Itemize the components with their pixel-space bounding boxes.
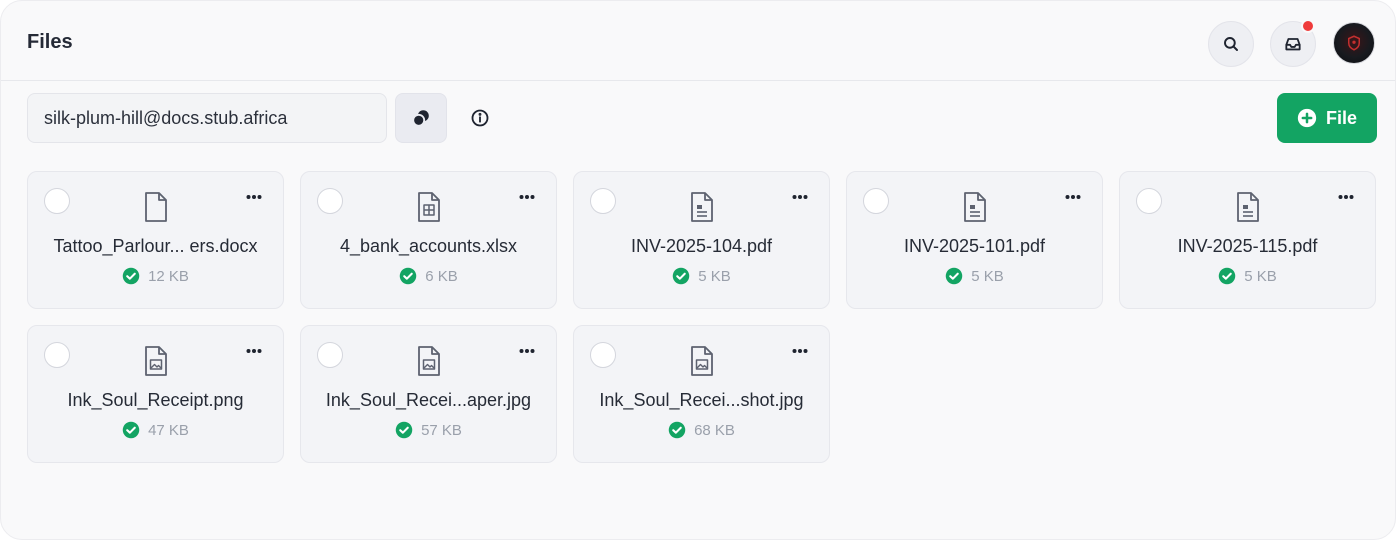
file-menu-button[interactable]: [241, 341, 267, 361]
search-icon: [1224, 37, 1238, 51]
file-status: 57 KB: [301, 421, 556, 439]
file-menu-button[interactable]: [514, 341, 540, 361]
file-card[interactable]: 4_bank_accounts.xlsx 6 KB: [300, 171, 557, 309]
more-horizontal-icon: [246, 349, 262, 353]
email-address-field[interactable]: [27, 93, 387, 143]
file-status: 12 KB: [28, 267, 283, 285]
pdf-icon: [689, 191, 715, 223]
file-name: INV-2025-104.pdf: [630, 236, 773, 256]
info-icon: [471, 109, 489, 127]
check-circle-icon: [399, 267, 417, 285]
avatar-emblem-icon: [1348, 35, 1360, 51]
pdf-icon: [1235, 191, 1261, 223]
notification-badge: [1301, 19, 1315, 33]
file-name: Ink_Soul_Recei...shot.jpg: [599, 390, 804, 410]
check-circle-icon: [1218, 267, 1236, 285]
file-select-checkbox[interactable]: [590, 188, 616, 214]
toolbar: File: [1, 93, 1395, 145]
file-status: 47 KB: [28, 421, 283, 439]
file-size: 68 KB: [694, 421, 735, 439]
file-size: 47 KB: [148, 421, 189, 439]
file-name: Tattoo_Parlour... ers.docx: [53, 236, 258, 256]
check-circle-icon: [122, 267, 140, 285]
file-name: Ink_Soul_Receipt.png: [67, 390, 244, 410]
check-circle-icon: [668, 421, 686, 439]
file-card[interactable]: Ink_Soul_Recei...aper.jpg 57 KB: [300, 325, 557, 463]
file-menu-button[interactable]: [1060, 187, 1086, 207]
more-horizontal-icon: [519, 349, 535, 353]
check-circle-icon: [945, 267, 963, 285]
header: Files: [1, 1, 1395, 81]
file-name: 4_bank_accounts.xlsx: [339, 236, 518, 256]
file-select-checkbox[interactable]: [1136, 188, 1162, 214]
file-size: 5 KB: [971, 267, 1004, 285]
image-icon: [143, 345, 169, 377]
more-horizontal-icon: [792, 195, 808, 199]
info-button[interactable]: [463, 101, 497, 135]
more-horizontal-icon: [519, 195, 535, 199]
file-card[interactable]: Ink_Soul_Recei...shot.jpg 68 KB: [573, 325, 830, 463]
file-menu-button[interactable]: [787, 187, 813, 207]
file-card[interactable]: Ink_Soul_Receipt.png 47 KB: [27, 325, 284, 463]
file-status: 5 KB: [847, 267, 1102, 285]
pdf-icon: [962, 191, 988, 223]
files-panel: Files silk-plum-hill@docs.stub.africa Fi…: [0, 0, 1396, 540]
document-icon: [143, 191, 169, 223]
file-status: 5 KB: [574, 267, 829, 285]
spreadsheet-icon: [416, 191, 442, 223]
file-menu-button[interactable]: [1333, 187, 1359, 207]
file-card[interactable]: INV-2025-101.pdf 5 KB: [846, 171, 1103, 309]
file-status: 68 KB: [574, 421, 829, 439]
check-circle-icon: [122, 421, 140, 439]
file-name: INV-2025-101.pdf: [903, 236, 1046, 256]
file-card[interactable]: INV-2025-115.pdf 5 KB: [1119, 171, 1376, 309]
file-status: 6 KB: [301, 267, 556, 285]
file-menu-button[interactable]: [241, 187, 267, 207]
file-size: 5 KB: [1244, 267, 1277, 285]
file-select-checkbox[interactable]: [317, 188, 343, 214]
more-horizontal-icon: [1338, 195, 1354, 199]
page-title: Files: [27, 31, 73, 53]
check-circle-icon: [395, 421, 413, 439]
more-horizontal-icon: [246, 195, 262, 199]
file-name: INV-2025-115.pdf: [1177, 236, 1318, 256]
plus-circle-icon: [1297, 108, 1317, 128]
file-status: 5 KB: [1120, 267, 1375, 285]
file-select-checkbox[interactable]: [44, 342, 70, 368]
more-horizontal-icon: [792, 349, 808, 353]
file-grid: Tattoo_Parlour... ers.docx 12 KB 4_bank_…: [27, 171, 1376, 463]
file-name: Ink_Soul_Recei...aper.jpg: [325, 390, 532, 410]
file-card[interactable]: Tattoo_Parlour... ers.docx 12 KB: [27, 171, 284, 309]
user-avatar[interactable]: [1333, 22, 1375, 64]
search-button[interactable]: [1208, 21, 1254, 67]
image-icon: [689, 345, 715, 377]
file-size: 57 KB: [421, 421, 462, 439]
image-icon: [416, 345, 442, 377]
add-file-label: File: [1325, 107, 1357, 128]
file-select-checkbox[interactable]: [44, 188, 70, 214]
file-select-checkbox[interactable]: [590, 342, 616, 368]
file-menu-button[interactable]: [514, 187, 540, 207]
add-file-button[interactable]: File: [1277, 93, 1377, 143]
file-size: 5 KB: [698, 267, 731, 285]
copy-icon: [412, 110, 429, 127]
copy-email-button[interactable]: [395, 93, 447, 143]
file-size: 6 KB: [425, 267, 458, 285]
inbox-icon: [1285, 38, 1301, 51]
file-card[interactable]: INV-2025-104.pdf 5 KB: [573, 171, 830, 309]
more-horizontal-icon: [1065, 195, 1081, 199]
check-circle-icon: [672, 267, 690, 285]
file-select-checkbox[interactable]: [863, 188, 889, 214]
file-select-checkbox[interactable]: [317, 342, 343, 368]
file-size: 12 KB: [148, 267, 189, 285]
file-menu-button[interactable]: [787, 341, 813, 361]
